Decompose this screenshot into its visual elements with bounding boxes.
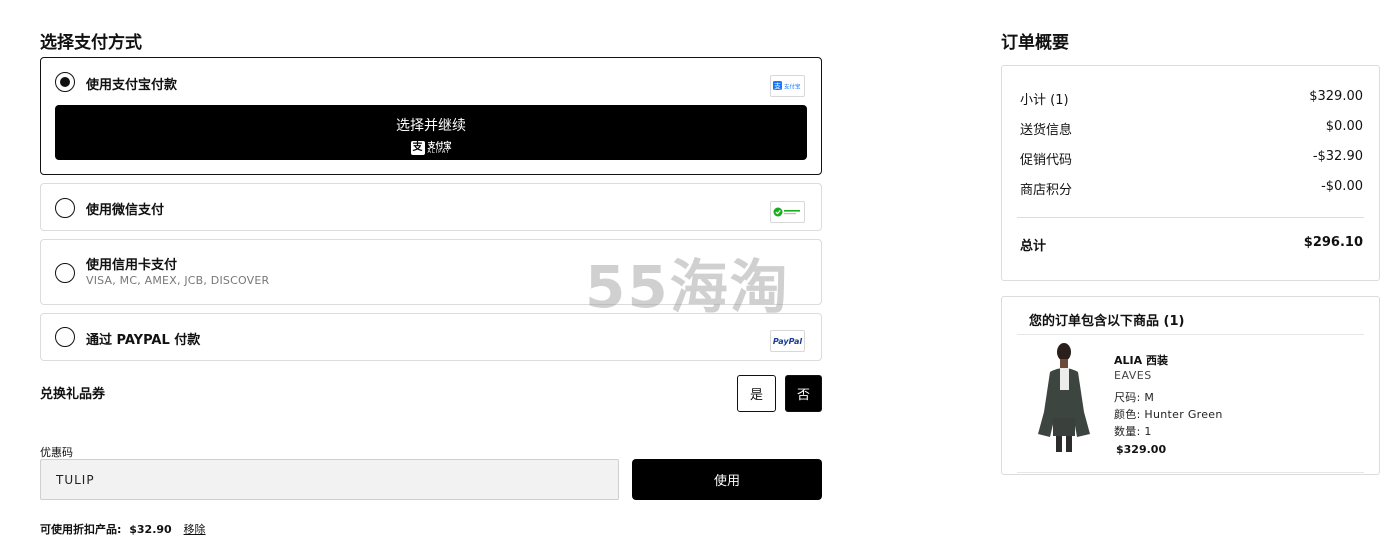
subtotal-row: 小计 (1) $329.00 [1020, 89, 1363, 108]
total-label: 总计 [1020, 239, 1047, 254]
svg-text:支付宝: 支付宝 [784, 83, 801, 91]
shipping-value: $0.00 [1325, 119, 1363, 134]
svg-text:支: 支 [774, 82, 781, 91]
subtotal-label: 小计 (1) [1020, 93, 1069, 108]
store-credit-value: -$0.00 [1321, 179, 1363, 194]
paypal-option-label: 通过 PAYPAL 付款 [86, 333, 201, 348]
product-image [1032, 342, 1097, 454]
credit-card-brands: VISA, MC, AMEX, JCB, DISCOVER [86, 274, 270, 287]
alipay-mark-en: ALIPAY [427, 148, 450, 155]
radio-paypal[interactable] [55, 327, 75, 347]
coupon-input[interactable] [40, 459, 619, 500]
alipay-logo-icon: 支支付宝 [770, 75, 805, 97]
paypal-logo-icon: PayPal [770, 330, 805, 352]
discount-line: 可使用折扣产品: $32.90 移除 [40, 521, 206, 537]
promo-value: -$32.90 [1312, 149, 1363, 164]
store-credit-label: 商店积分 [1020, 183, 1073, 198]
gift-no-button[interactable]: 否 [785, 375, 822, 412]
payment-option-credit-card[interactable]: 使用信用卡支付 VISA, MC, AMEX, JCB, DISCOVER [40, 239, 822, 305]
alipay-continue-label: 选择并继续 [396, 118, 466, 134]
discount-label: 可使用折扣产品: [40, 523, 122, 536]
order-items-title: 您的订单包含以下商品 (1) [1029, 314, 1185, 329]
wechat-option-label: 使用微信支付 [86, 203, 165, 218]
gift-yes-button[interactable]: 是 [737, 375, 776, 412]
shipping-row: 送货信息 $0.00 [1020, 119, 1363, 138]
payment-section-title: 选择支付方式 [40, 33, 142, 53]
alipay-option-label: 使用支付宝付款 [86, 78, 178, 93]
product-name: ALIA 西装 [1114, 354, 1168, 367]
items-bottom-divider [1017, 472, 1364, 473]
wechat-pay-logo-icon [770, 201, 805, 223]
total-row: 总计 $296.10 [1020, 235, 1363, 254]
payment-option-paypal[interactable]: 通过 PAYPAL 付款 PayPal [40, 313, 822, 361]
alipay-mark-icon: 支 支付宝 ALIPAY [410, 140, 452, 155]
coupon-label: 优惠码 [40, 446, 73, 459]
alipay-continue-button[interactable]: 选择并继续 支 支付宝 ALIPAY [55, 105, 807, 160]
total-value: $296.10 [1303, 235, 1363, 250]
product-quantity: 数量: 1 [1114, 425, 1152, 438]
order-summary-title: 订单概要 [1001, 33, 1069, 53]
promo-row: 促销代码 -$32.90 [1020, 149, 1363, 168]
apply-coupon-button[interactable]: 使用 [632, 459, 822, 500]
shipping-label: 送货信息 [1020, 123, 1073, 138]
order-items-box: 您的订单包含以下商品 (1) ALIA 西装 EAVES 尺码: M 颜色: H… [1001, 296, 1380, 475]
product-brand: EAVES [1114, 369, 1152, 382]
paypal-logo-text: PayPal [772, 336, 803, 346]
summary-divider [1017, 217, 1364, 218]
payment-option-alipay[interactable]: 使用支付宝付款 支支付宝 选择并继续 支 支付宝 ALIPAY [40, 57, 822, 175]
discount-amount: $32.90 [129, 523, 172, 536]
radio-wechat[interactable] [55, 198, 75, 218]
product-price: $329.00 [1116, 443, 1167, 456]
remove-discount-link[interactable]: 移除 [184, 523, 206, 536]
payment-option-wechat[interactable]: 使用微信支付 [40, 183, 822, 231]
promo-label: 促销代码 [1020, 153, 1073, 168]
subtotal-value: $329.00 [1309, 89, 1363, 104]
product-color: 颜色: Hunter Green [1114, 408, 1223, 421]
credit-card-option-label: 使用信用卡支付 [86, 258, 178, 273]
gift-voucher-label: 兑换礼品券 [40, 387, 106, 402]
store-credit-row: 商店积分 -$0.00 [1020, 179, 1363, 198]
radio-alipay[interactable] [55, 72, 75, 92]
order-summary-box: 小计 (1) $329.00 送货信息 $0.00 促销代码 -$32.90 商… [1001, 65, 1380, 281]
product-size: 尺码: M [1114, 391, 1155, 404]
items-divider [1017, 334, 1364, 335]
radio-credit-card[interactable] [55, 263, 75, 283]
